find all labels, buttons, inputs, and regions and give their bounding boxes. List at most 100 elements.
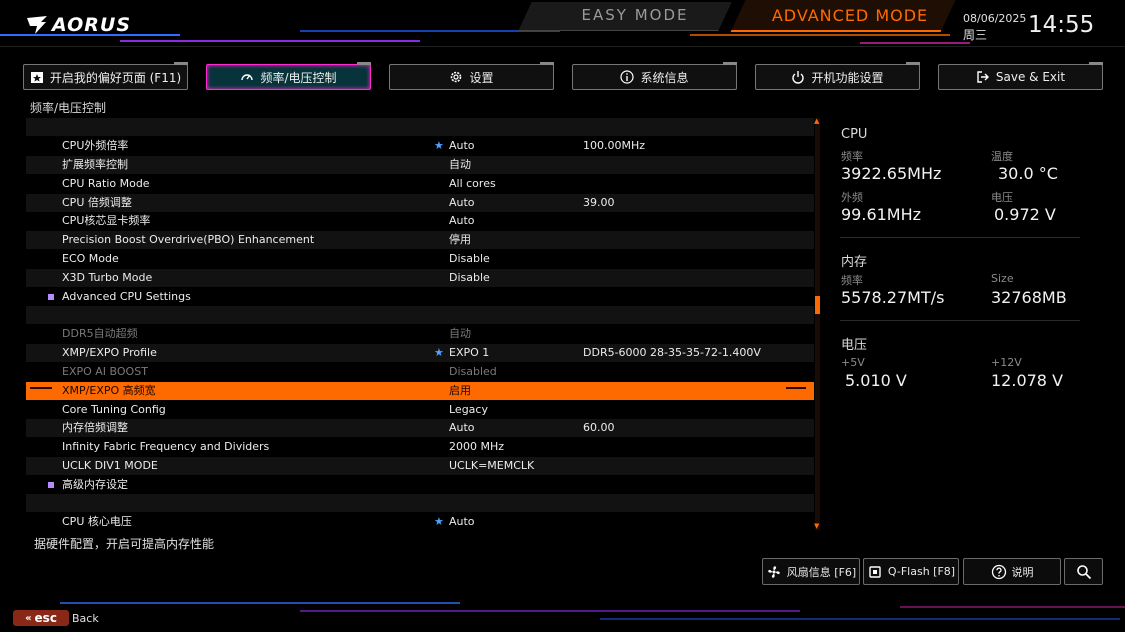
cpu-freq-label: 频率 (841, 150, 863, 163)
settings-row[interactable]: CPU外频倍率 ★ Auto 100.00MHz (26, 137, 814, 155)
back-label: Back (72, 612, 99, 625)
setting-label: Core Tuning Config (62, 403, 166, 416)
tab-frequency-voltage[interactable]: 频率/电压控制 (206, 62, 371, 90)
settings-row[interactable]: CPU Ratio Mode All cores (26, 175, 814, 193)
setting-value[interactable]: Disable (449, 250, 490, 268)
scrollbar-track[interactable] (815, 118, 820, 530)
setting-label: 内存倍频调整 (62, 421, 128, 434)
setting-label: EXPO AI BOOST (62, 365, 148, 378)
setting-value[interactable]: 启用 (449, 382, 471, 400)
settings-row-spacer (26, 494, 814, 512)
settings-row[interactable]: CPU核芯显卡频率 Auto (26, 212, 814, 230)
settings-row[interactable]: CPU 核心电压 ★ Auto (26, 513, 814, 530)
v12-value: 12.078 V (991, 371, 1064, 390)
setting-value[interactable]: All cores (449, 175, 496, 193)
qflash-label: Q-Flash [F8] (887, 565, 956, 578)
help-icon (991, 564, 1006, 579)
cpu-volt-label: 电压 (991, 191, 1013, 204)
selection-decor (786, 387, 806, 389)
date-display: 08/06/2025 (963, 12, 1027, 25)
settings-row[interactable]: Core Tuning Config Legacy (26, 401, 814, 419)
submenu-row[interactable]: Advanced CPU Settings (26, 288, 814, 306)
setting-value[interactable]: Auto (449, 137, 475, 155)
cpu-section-title: CPU (841, 127, 868, 142)
cpu-temp-label: 温度 (991, 150, 1013, 163)
setting-value: 自动 (449, 327, 471, 340)
mem-size-value: 32768MB (991, 288, 1067, 307)
setting-value[interactable]: Legacy (449, 401, 488, 419)
cpu-bclk-label: 外频 (841, 191, 863, 204)
exit-icon (977, 71, 989, 83)
mem-freq-label: 频率 (841, 274, 863, 287)
esc-button[interactable]: « esc (13, 610, 69, 626)
setting-label: 扩展频率控制 (62, 158, 128, 171)
v5-label: +5V (841, 356, 865, 369)
submenu-row[interactable]: 高级内存设定 (26, 476, 814, 494)
setting-label: DDR5自动超频 (62, 327, 138, 340)
tab-settings[interactable]: 设置 (389, 62, 554, 90)
setting-value[interactable]: 2000 MHz (449, 438, 504, 456)
setting-label: 高级内存设定 (62, 478, 128, 491)
scroll-down-icon[interactable]: ▼ (814, 522, 819, 530)
help-button[interactable]: 说明 (963, 558, 1061, 585)
submenu-bullet-icon (48, 482, 54, 488)
qflash-button[interactable]: Q-Flash [F8] (863, 558, 959, 585)
settings-row[interactable]: X3D Turbo Mode Disable (26, 269, 814, 287)
clock-display[interactable]: 14:55 (1028, 12, 1094, 38)
setting-value[interactable]: UCLK=MEMCLK (449, 457, 534, 475)
tab-label: 频率/电压控制 (260, 70, 337, 85)
setting-value[interactable]: Auto (449, 513, 475, 530)
easy-mode-button[interactable]: EASY MODE (560, 6, 710, 24)
info-icon (620, 70, 635, 84)
settings-row[interactable]: CPU 倍频调整 Auto 39.00 (26, 194, 814, 212)
settings-row: DDR5自动超频 自动 (26, 325, 814, 343)
star-icon: ★ (434, 346, 444, 359)
settings-row[interactable]: UCLK DIV1 MODE UCLK=MEMCLK (26, 457, 814, 475)
advanced-mode-button[interactable]: ADVANCED MODE (760, 6, 940, 25)
scroll-up-icon[interactable]: ▲ (814, 117, 819, 125)
tab-label: 开启我的偏好页面 (F11) (49, 70, 182, 85)
settings-row-selected[interactable]: XMP/EXPO 高频宽 启用 (26, 382, 814, 400)
search-icon (1076, 564, 1091, 579)
setting-label: Advanced CPU Settings (62, 290, 191, 303)
v12-label: +12V (991, 356, 1022, 369)
star-box-icon (30, 72, 43, 83)
setting-label: UCLK DIV1 MODE (62, 459, 158, 472)
settings-row[interactable]: 内存倍频调整 Auto 60.00 (26, 419, 814, 437)
settings-row[interactable]: 扩展频率控制 自动 (26, 156, 814, 174)
setting-label: Infinity Fabric Frequency and Dividers (62, 440, 270, 453)
memory-section-title: 内存 (841, 255, 868, 270)
tab-boot[interactable]: 开机功能设置 (755, 62, 920, 90)
setting-value[interactable]: Disable (449, 269, 490, 287)
fan-info-button[interactable]: 风扇信息 [F6] (762, 558, 860, 585)
setting-value[interactable]: Auto (449, 212, 475, 230)
tab-label: Save & Exit (995, 70, 1066, 84)
mem-size-label: Size (991, 272, 1014, 285)
power-icon (792, 71, 805, 84)
setting-value[interactable]: 停用 (449, 231, 471, 249)
help-label: 说明 (1011, 565, 1034, 579)
tab-label: 系统信息 (640, 70, 689, 85)
tab-favorites[interactable]: 开启我的偏好页面 (F11) (23, 62, 188, 90)
setting-value[interactable]: Auto (449, 194, 475, 212)
setting-value[interactable]: 自动 (449, 156, 471, 174)
v5-value: 5.010 V (845, 371, 907, 390)
cpu-temp-value: 30.0 °C (998, 164, 1058, 183)
setting-label: ECO Mode (62, 252, 119, 265)
tab-save-exit[interactable]: Save & Exit (938, 62, 1103, 90)
cpu-volt-value: 0.972 V (994, 205, 1056, 224)
settings-row[interactable]: Infinity Fabric Frequency and Dividers 2… (26, 438, 814, 456)
star-icon: ★ (434, 515, 444, 528)
tab-system-info[interactable]: 系统信息 (572, 62, 737, 90)
setting-value[interactable]: EXPO 1 (449, 344, 489, 362)
settings-row[interactable]: Precision Boost Overdrive(PBO) Enhanceme… (26, 231, 814, 249)
setting-label: CPU Ratio Mode (62, 177, 150, 190)
scrollbar-thumb[interactable] (815, 296, 820, 314)
setting-value[interactable]: Auto (449, 419, 475, 437)
setting-label: XMP/EXPO 高频宽 (62, 384, 156, 397)
settings-row[interactable]: ECO Mode Disable (26, 250, 814, 268)
settings-row[interactable]: XMP/EXPO Profile ★ EXPO 1 DDR5-6000 28-3… (26, 344, 814, 362)
chip-icon (869, 565, 881, 578)
setting-label: XMP/EXPO Profile (62, 346, 157, 359)
search-button[interactable] (1064, 558, 1103, 585)
